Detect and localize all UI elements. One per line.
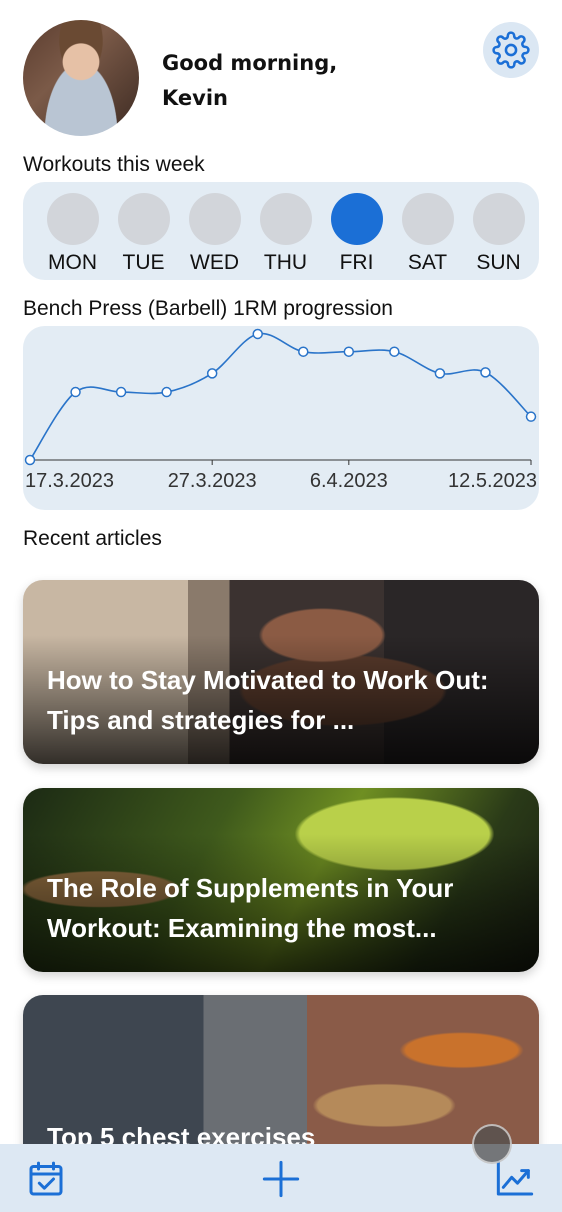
gear-icon <box>492 31 530 69</box>
tab-calendar[interactable] <box>22 1156 70 1202</box>
articles-section-title: Recent articles <box>23 527 162 550</box>
data-point[interactable] <box>252 328 263 340</box>
day-mon[interactable]: MON <box>37 193 108 277</box>
article-card-1[interactable]: How to Stay Motivated to Work Out: Tips … <box>23 580 539 764</box>
day-label: MON <box>48 251 97 274</box>
x-tick-label: 12.5.2023 <box>448 470 537 492</box>
day-label: THU <box>263 251 308 274</box>
calendar-check-icon <box>29 1161 63 1196</box>
day-indicator <box>117 193 170 245</box>
greeting-line-1: Good morning, <box>162 51 338 75</box>
day-sun[interactable]: SUN <box>463 193 534 277</box>
tab-add-workout[interactable] <box>257 1156 305 1202</box>
day-sat[interactable]: SAT <box>392 193 463 277</box>
day-tue[interactable]: TUE <box>108 193 179 277</box>
day-label: FRI <box>339 251 374 274</box>
workouts-section-title: Workouts this week <box>23 153 205 176</box>
data-point[interactable] <box>206 368 218 379</box>
line-chart: 17.3.2023 27.3.2023 6.4.2023 12.5.2023 <box>24 328 537 492</box>
series-line <box>29 332 532 461</box>
user-name: Kevin <box>162 86 228 110</box>
data-point[interactable] <box>480 367 491 378</box>
touch-indicator <box>472 1124 512 1164</box>
x-tick-label: 6.4.2023 <box>310 470 388 492</box>
day-indicator <box>401 193 454 245</box>
data-point[interactable] <box>434 368 446 379</box>
chart-line-icon <box>496 1160 534 1196</box>
avatar[interactable] <box>23 20 139 136</box>
data-point[interactable] <box>115 386 127 398</box>
data-point[interactable] <box>298 346 309 357</box>
article-title: The Role of Supplements in Your Workout:… <box>47 873 454 943</box>
day-label: SAT <box>407 251 448 274</box>
day-indicator <box>46 193 99 245</box>
day-indicator <box>472 193 525 245</box>
data-point[interactable] <box>70 386 81 398</box>
day-label: WED <box>190 251 239 274</box>
day-wed[interactable]: WED <box>179 193 250 277</box>
x-tick-label: 27.3.2023 <box>168 470 257 492</box>
data-point[interactable] <box>343 346 355 357</box>
x-tick-label: 17.3.2023 <box>25 470 114 492</box>
data-point[interactable] <box>24 454 36 466</box>
data-point[interactable] <box>161 386 172 398</box>
day-fri[interactable]: FRI <box>321 193 392 277</box>
article-card-2[interactable]: The Role of Supplements in Your Workout:… <box>23 788 539 972</box>
header: Good morning, Kevin <box>23 20 539 140</box>
day-label: TUE <box>122 251 165 274</box>
data-point[interactable] <box>389 346 400 357</box>
greeting: Good morning, Kevin <box>162 46 382 116</box>
day-indicator <box>259 193 312 245</box>
data-point[interactable] <box>525 411 537 422</box>
settings-button[interactable] <box>483 22 539 78</box>
day-thu[interactable]: THU <box>250 193 321 277</box>
article-title: How to Stay Motivated to Work Out: Tips … <box>47 665 489 735</box>
day-indicator <box>188 193 241 245</box>
chart-section-title: Bench Press (Barbell) 1RM progression <box>23 297 393 320</box>
week-tracker: MON TUE WED THU FRI SAT SUN <box>23 182 539 280</box>
day-label: SUN <box>476 251 521 274</box>
plus-icon <box>262 1160 300 1198</box>
progress-chart[interactable]: 17.3.2023 27.3.2023 6.4.2023 12.5.2023 <box>23 326 539 510</box>
day-completed-indicator <box>330 193 383 245</box>
